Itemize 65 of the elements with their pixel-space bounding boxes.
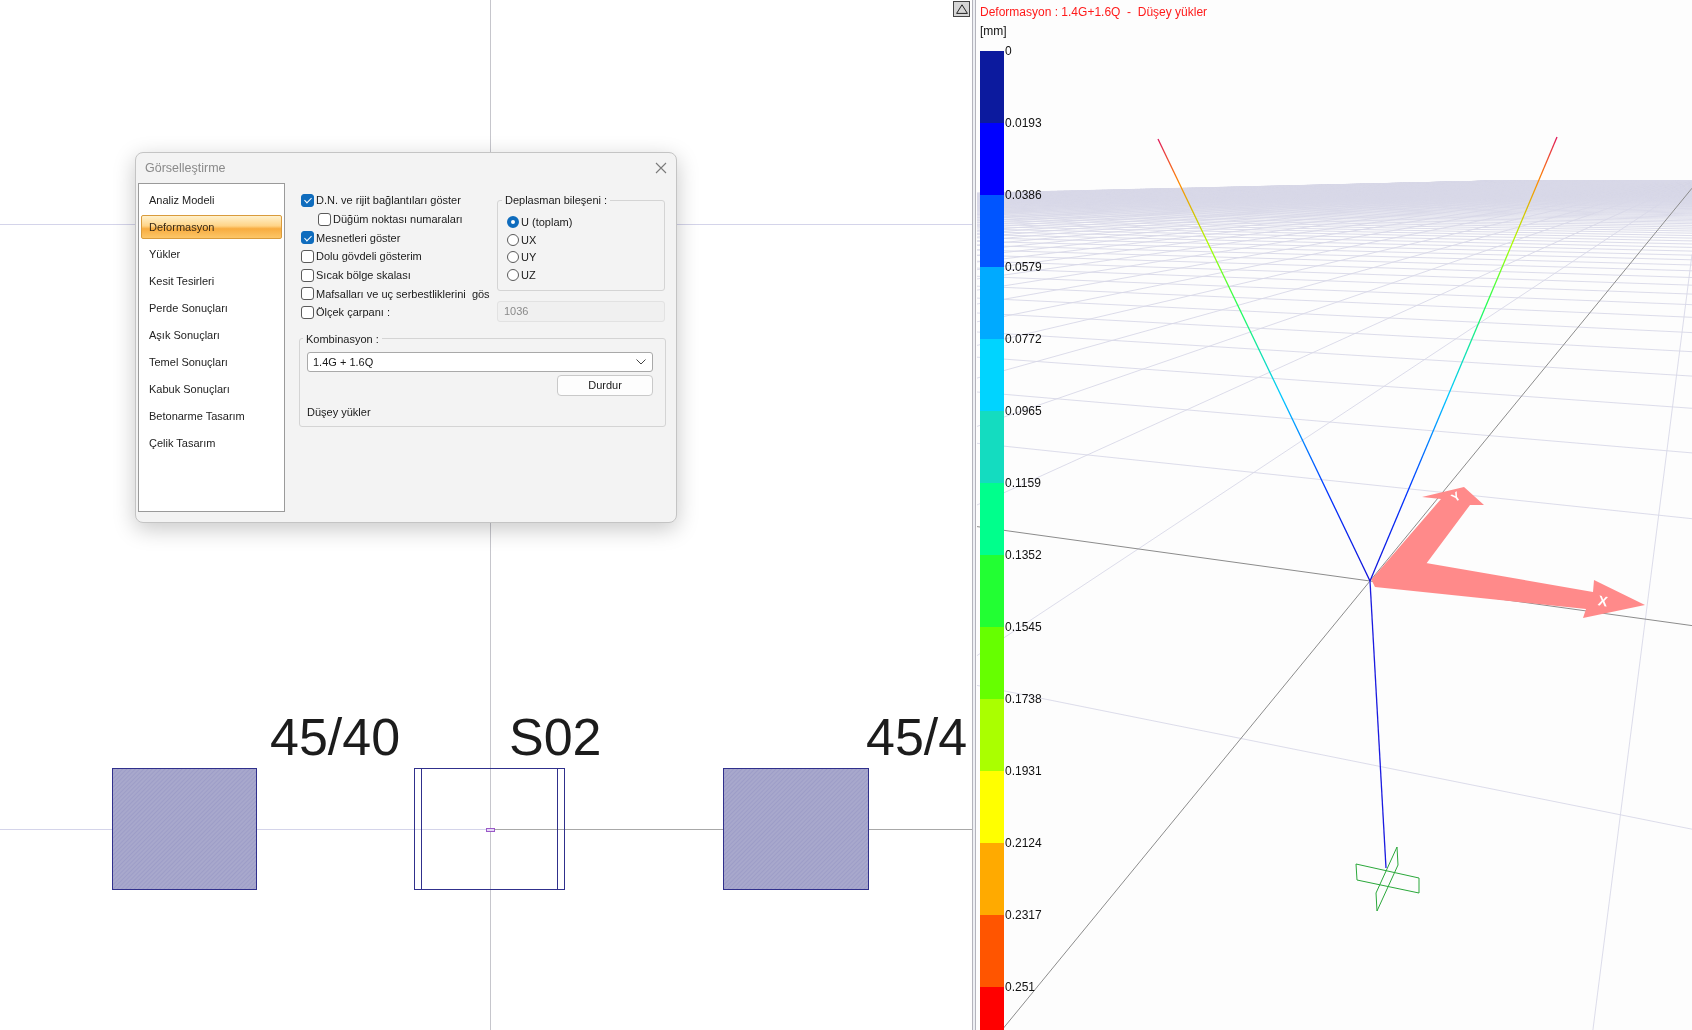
legend-label: 0.2124 bbox=[1005, 835, 1042, 851]
sidebar-item[interactable]: Deformasyon bbox=[141, 215, 282, 239]
legend-label: 0.251 bbox=[1005, 979, 1036, 995]
description-text: Düşey yükler bbox=[307, 404, 372, 419]
checkbox-label: Mafsalları ve uç serbestliklerini gös bbox=[316, 287, 490, 300]
sidebar-item[interactable]: Betonarme Tasarım bbox=[141, 404, 282, 428]
sidebar-item[interactable]: Yükler bbox=[141, 242, 282, 266]
dialog-title: Görselleştirme bbox=[145, 161, 226, 175]
legend-label: 0.0579 bbox=[1005, 259, 1042, 275]
radio-button[interactable] bbox=[507, 268, 519, 281]
checkbox[interactable] bbox=[301, 249, 314, 263]
legend-label: 0.0193 bbox=[1005, 115, 1042, 131]
checkbox[interactable] bbox=[318, 212, 331, 226]
section-label: 45/4 bbox=[866, 708, 968, 766]
checkbox-label: Ölçek çarpanı : bbox=[316, 306, 390, 319]
legend-label: 0.1159 bbox=[1005, 475, 1041, 491]
legend-label: 0.0772 bbox=[1005, 331, 1042, 347]
close-icon[interactable] bbox=[655, 162, 667, 174]
support-icon bbox=[1355, 846, 1420, 912]
triangle-icon bbox=[955, 4, 968, 14]
node-marker-icon bbox=[486, 828, 495, 832]
sidebar-item[interactable]: Kesit Tesirleri bbox=[141, 269, 282, 293]
checkbox-label: Sıcak bölge skalası bbox=[316, 269, 411, 282]
checkbox[interactable] bbox=[301, 305, 314, 319]
legend-label: 0.1931 bbox=[1005, 763, 1042, 779]
radio-label: U (toplam) bbox=[521, 215, 573, 228]
radio-button[interactable] bbox=[507, 233, 519, 246]
group-label: Kombinasyon : bbox=[305, 331, 380, 346]
checkbox-label: D.N. ve rijit bağlantıları göster bbox=[316, 194, 461, 207]
group-label: Deplasman bileşeni : bbox=[504, 193, 609, 207]
section-label: S02 bbox=[509, 708, 602, 766]
checkbox-label: Düğüm noktası numaraları bbox=[333, 213, 463, 226]
axis-label: X bbox=[1597, 592, 1609, 610]
section-label: 45/40 bbox=[270, 708, 401, 766]
legend-label: 0.1738 bbox=[1005, 691, 1042, 707]
view-title: Deformasyon : 1.4G+1.6Q - Düşey yükler bbox=[980, 4, 1208, 20]
stop-button[interactable]: Durdur bbox=[557, 374, 653, 396]
legend-label: 0.1352 bbox=[1005, 547, 1042, 563]
radio-label: UZ bbox=[521, 268, 536, 281]
checkbox[interactable] bbox=[301, 287, 314, 301]
checkbox[interactable] bbox=[301, 268, 314, 282]
legend-label: 0.1545 bbox=[1005, 619, 1042, 635]
sidebar-item[interactable]: Çelik Tasarım bbox=[141, 431, 282, 455]
checkbox[interactable] bbox=[301, 193, 314, 207]
radio-button[interactable] bbox=[507, 215, 519, 228]
legend-label: 0 bbox=[1005, 43, 1012, 59]
sidebar-item[interactable]: Kabuk Sonuçları bbox=[141, 377, 282, 401]
radio-label: UX bbox=[521, 233, 537, 246]
sidebar-item[interactable]: Analiz Modeli bbox=[141, 188, 282, 212]
legend-label: 0.0965 bbox=[1005, 403, 1042, 419]
combination-dropdown[interactable]: 1.4G + 1.6Q bbox=[307, 351, 653, 372]
unit-label: [mm] bbox=[980, 23, 1007, 39]
axis-label: Y bbox=[1448, 488, 1464, 506]
caret-icon bbox=[636, 358, 646, 365]
sidebar-item[interactable]: Aşık Sonuçları bbox=[141, 323, 282, 347]
sidebar-item[interactable]: Perde Sonuçları bbox=[141, 296, 282, 320]
radio-label: UY bbox=[521, 251, 537, 264]
checkbox-label: Mesnetleri göster bbox=[316, 231, 401, 244]
checkbox-label: Dolu gövdeli gösterim bbox=[316, 250, 422, 263]
radio-button[interactable] bbox=[507, 251, 519, 264]
legend-label: 0.0386 bbox=[1005, 187, 1042, 203]
checkbox[interactable] bbox=[301, 231, 314, 245]
legend-label: 0.2317 bbox=[1005, 907, 1042, 923]
collapse-button[interactable] bbox=[953, 1, 970, 17]
sidebar-item[interactable]: Temel Sonuçları bbox=[141, 350, 282, 374]
